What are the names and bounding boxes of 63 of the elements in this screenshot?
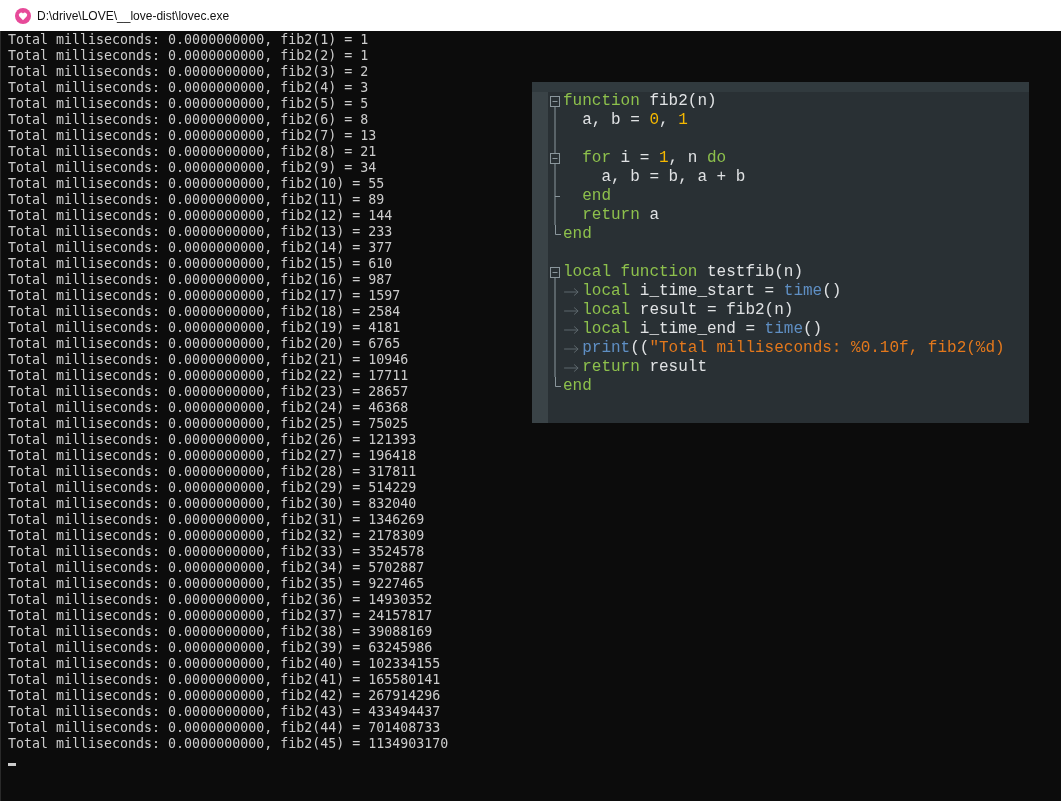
- console-line: Total milliseconds: 0.0000000000, fib2(10) = 55: [8, 176, 385, 192]
- console-line: Total milliseconds: 0.0000000000, fib2(20) = 6765: [8, 336, 401, 352]
- window-title: D:\drive\LOVE\__love-dist\lovec.exe: [37, 8, 230, 23]
- console-line: Total milliseconds: 0.0000000000, fib2(30) = 832040: [8, 496, 417, 512]
- app-icon: [15, 7, 31, 24]
- console-line: Total milliseconds: 0.0000000000, fib2(26) = 121393: [8, 432, 417, 448]
- console-line: Total milliseconds: 0.0000000000, fib2(28) = 317811: [8, 464, 417, 480]
- code-line: return a: [563, 206, 659, 225]
- console-line: Total milliseconds: 0.0000000000, fib2(43) = 433494437: [8, 704, 441, 720]
- console-line: Total milliseconds: 0.0000000000, fib2(9) = 34: [8, 160, 377, 176]
- console-line: Total milliseconds: 0.0000000000, fib2(17) = 1597: [8, 288, 401, 304]
- console-line: Total milliseconds: 0.0000000000, fib2(27) = 196418: [8, 448, 417, 464]
- code-line: end: [563, 187, 611, 206]
- text-cursor: [8, 763, 16, 766]
- code-line: local function testfib(n): [563, 263, 804, 282]
- code-line: local i_time_start = time(): [563, 282, 842, 301]
- console-line: Total milliseconds: 0.0000000000, fib2(18) = 2584: [8, 304, 401, 320]
- console-line: Total milliseconds: 0.0000000000, fib2(22) = 17711: [8, 368, 409, 384]
- console-line: Total milliseconds: 0.0000000000, fib2(13) = 233: [8, 224, 393, 240]
- console-line: Total milliseconds: 0.0000000000, fib2(19) = 4181: [8, 320, 401, 336]
- code-line: function fib2(n): [563, 92, 717, 111]
- console-line: Total milliseconds: 0.0000000000, fib2(37) = 24157817: [8, 608, 433, 624]
- code-line: local i_time_end = time(): [563, 320, 823, 339]
- console-line: Total milliseconds: 0.0000000000, fib2(44) = 701408733: [8, 720, 441, 736]
- console-line: Total milliseconds: 0.0000000000, fib2(23) = 28657: [8, 384, 409, 400]
- console-line: Total milliseconds: 0.0000000000, fib2(25) = 75025: [8, 416, 409, 432]
- code-line: a, b = b, a + b: [563, 168, 746, 187]
- console-line: Total milliseconds: 0.0000000000, fib2(1) = 1: [8, 32, 369, 48]
- console-line: Total milliseconds: 0.0000000000, fib2(38) = 39088169: [8, 624, 433, 640]
- console-line: Total milliseconds: 0.0000000000, fib2(3) = 2: [8, 64, 369, 80]
- console-line: Total milliseconds: 0.0000000000, fib2(35) = 9227465: [8, 576, 425, 592]
- console-line: Total milliseconds: 0.0000000000, fib2(39) = 63245986: [8, 640, 433, 656]
- console-line: Total milliseconds: 0.0000000000, fib2(5) = 5: [8, 96, 369, 112]
- console-line: Total milliseconds: 0.0000000000, fib2(33) = 3524578: [8, 544, 425, 560]
- console-line: Total milliseconds: 0.0000000000, fib2(14) = 377: [8, 240, 393, 256]
- console-line: Total milliseconds: 0.0000000000, fib2(11) = 89: [8, 192, 385, 208]
- console-line: Total milliseconds: 0.0000000000, fib2(31) = 1346269: [8, 512, 425, 528]
- code-line: a, b = 0, 1: [563, 111, 688, 130]
- console-line: Total milliseconds: 0.0000000000, fib2(7) = 13: [8, 128, 377, 144]
- code-line: local result = fib2(n): [563, 301, 794, 320]
- console-line: Total milliseconds: 0.0000000000, fib2(32) = 2178309: [8, 528, 425, 544]
- console-line: Total milliseconds: 0.0000000000, fib2(4) = 3: [8, 80, 369, 96]
- console-line: Total milliseconds: 0.0000000000, fib2(42) = 267914296: [8, 688, 441, 704]
- fold-toggle-icon[interactable]: [549, 149, 561, 168]
- console-line: Total milliseconds: 0.0000000000, fib2(29) = 514229: [8, 480, 417, 496]
- console-line: Total milliseconds: 0.0000000000, fib2(41) = 165580141: [8, 672, 441, 688]
- console-line: Total milliseconds: 0.0000000000, fib2(21) = 10946: [8, 352, 409, 368]
- console-line: Total milliseconds: 0.0000000000, fib2(24) = 46368: [8, 400, 409, 416]
- console-line: Total milliseconds: 0.0000000000, fib2(8) = 21: [8, 144, 377, 160]
- code-line: print(("Total milliseconds: %0.10f, fib2(%d): [563, 339, 1005, 358]
- code-line: for i = 1, n do: [563, 149, 727, 168]
- console-line: Total milliseconds: 0.0000000000, fib2(6) = 8: [8, 112, 369, 128]
- code-line: return result: [563, 358, 707, 377]
- console-line: Total milliseconds: 0.0000000000, fib2(15) = 610: [8, 256, 393, 272]
- console-line: Total milliseconds: 0.0000000000, fib2(12) = 144: [8, 208, 393, 224]
- console-line: Total milliseconds: 0.0000000000, fib2(36) = 14930352: [8, 592, 433, 608]
- console-line: Total milliseconds: 0.0000000000, fib2(2) = 1: [8, 48, 369, 64]
- console-line: Total milliseconds: 0.0000000000, fib2(34) = 5702887: [8, 560, 425, 576]
- console-line: Total milliseconds: 0.0000000000, fib2(16) = 987: [8, 272, 393, 288]
- code-line: end: [563, 225, 592, 244]
- console-line: Total milliseconds: 0.0000000000, fib2(45) = 1134903170: [8, 736, 449, 752]
- code-line: end: [563, 377, 592, 396]
- console-line: Total milliseconds: 0.0000000000, fib2(40) = 102334155: [8, 656, 441, 672]
